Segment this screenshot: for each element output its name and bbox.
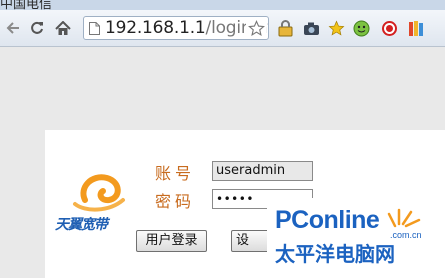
- watermark-chinese: 太平洋电脑网: [275, 242, 395, 266]
- home-icon[interactable]: [53, 18, 73, 38]
- url-host: 192.168.1.1: [105, 18, 206, 38]
- star-extension-icon[interactable]: [327, 19, 345, 37]
- username-label: 账号: [155, 164, 196, 183]
- red-circle-extension-icon[interactable]: [380, 19, 398, 37]
- back-arrow-icon[interactable]: [3, 18, 23, 38]
- reload-icon[interactable]: [27, 18, 47, 38]
- watermark-rays-icon: [387, 208, 421, 228]
- login-button[interactable]: 用户登录: [136, 230, 207, 252]
- pconline-watermark: PConline .com.cn 太平洋电脑网: [267, 198, 445, 278]
- lock-extension-icon[interactable]: [276, 19, 294, 37]
- star-icon[interactable]: [246, 18, 266, 38]
- green-face-extension-icon[interactable]: [352, 19, 370, 37]
- second-button[interactable]: 设: [231, 230, 271, 252]
- watermark-brand: PConline: [275, 206, 380, 234]
- camera-extension-icon[interactable]: [302, 19, 320, 37]
- logo-text: 天翼宽带: [55, 217, 108, 233]
- password-label: 密码: [155, 192, 196, 211]
- page-icon: [89, 22, 100, 35]
- tab-strip: 中国电信: [0, 0, 445, 10]
- browser-toolbar: 192.168.1.1/login.htm: [0, 10, 445, 47]
- url-text: 192.168.1.1/login.htm: [105, 18, 268, 38]
- username-field[interactable]: useradmin: [212, 161, 313, 181]
- books-extension-icon[interactable]: [407, 19, 425, 37]
- address-bar[interactable]: 192.168.1.1/login.htm: [83, 16, 269, 40]
- tab-title[interactable]: 中国电信: [0, 0, 52, 10]
